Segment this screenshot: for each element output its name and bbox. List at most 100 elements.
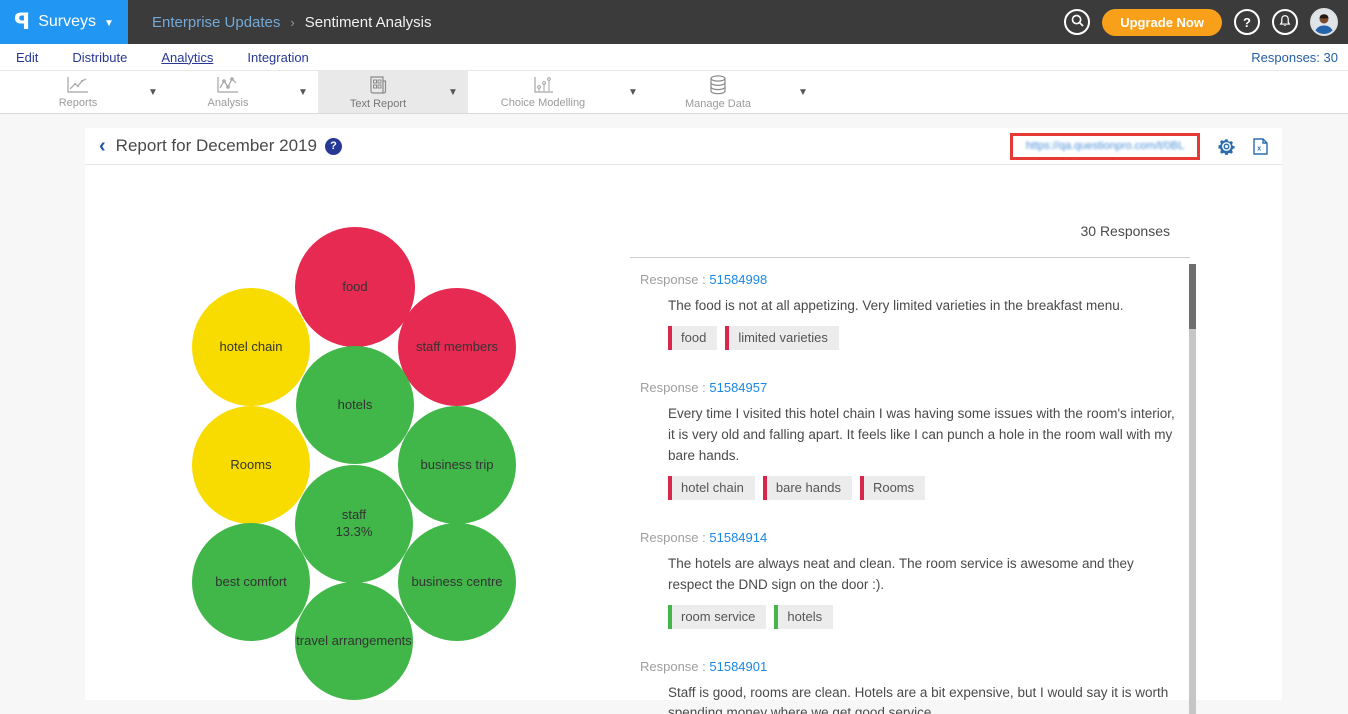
bubble-hotels[interactable]: hotels — [296, 346, 414, 464]
breadcrumb-separator-icon: › — [290, 15, 294, 30]
report-header: ‹ Report for December 2019 ? x — [85, 128, 1282, 165]
brand-menu[interactable]: P Surveys ▼ — [0, 0, 128, 44]
bubble-business-trip[interactable]: business trip — [398, 406, 516, 524]
bubble-label: food — [342, 279, 367, 296]
toolbar-label: Choice Modelling — [501, 97, 585, 109]
bubble-travel-arrangements[interactable]: travel arrangements — [295, 582, 413, 700]
tag-row: hotel chain bare hands Rooms — [668, 476, 1190, 500]
menu-item-edit[interactable]: Edit — [16, 50, 38, 65]
header-actions: Upgrade Now ? — [1064, 0, 1338, 44]
product-name: Surveys — [38, 13, 96, 31]
report-content: food hotel chain staff members hotels Ro… — [85, 165, 1282, 714]
sentiment-tag[interactable]: Rooms — [860, 476, 925, 500]
export-excel-icon[interactable]: x — [1253, 138, 1268, 155]
sentiment-tag[interactable]: room service — [668, 605, 766, 629]
bubble-label: Rooms — [230, 457, 271, 474]
menu-item-integration[interactable]: Integration — [247, 50, 308, 65]
questionpro-logo-icon: P — [14, 10, 30, 35]
share-url-box-highlighted[interactable] — [1010, 133, 1200, 160]
sentiment-tag[interactable]: hotel chain — [668, 476, 755, 500]
page-background: ‹ Report for December 2019 ? x food — [0, 114, 1348, 700]
toolbar-item-text-report[interactable]: Text Report ▼ — [318, 71, 468, 113]
chevron-down-icon[interactable]: ▼ — [438, 87, 468, 98]
avatar-photo-icon — [1312, 10, 1336, 34]
toolbar-label: Manage Data — [685, 98, 751, 110]
svg-text:x: x — [1257, 145, 1261, 152]
line-chart-icon — [66, 75, 90, 95]
menu-item-distribute[interactable]: Distribute — [72, 50, 127, 65]
response-text: Staff is good, rooms are clean. Hotels a… — [668, 683, 1180, 714]
chevron-down-icon[interactable]: ▼ — [138, 87, 168, 98]
bubble-business-centre[interactable]: business centre — [398, 523, 516, 641]
chevron-down-icon[interactable]: ▼ — [788, 87, 818, 98]
response-label: Response : — [640, 380, 706, 395]
responses-count[interactable]: Responses: 30 — [1251, 50, 1338, 65]
response-label: Response : — [640, 272, 706, 287]
chevron-down-icon[interactable]: ▼ — [618, 87, 648, 98]
toolbar-label: Analysis — [208, 97, 249, 109]
bubble-percent: 13.3% — [336, 524, 373, 541]
notifications-button[interactable] — [1272, 9, 1298, 35]
breadcrumb: Enterprise Updates › Sentiment Analysis — [152, 14, 431, 31]
survey-menu: Edit Distribute Analytics Integration Re… — [0, 44, 1348, 70]
response-id-link[interactable]: 51584914 — [709, 530, 767, 545]
analytics-toolbar: Reports ▼ Analysis ▼ Text Report ▼ Choic… — [0, 70, 1348, 114]
responses-list: Response : 51584998 The food is not at a… — [630, 258, 1190, 714]
response-label: Response : — [640, 530, 706, 545]
tag-row: food limited varieties — [668, 326, 1190, 350]
report-title: Report for December 2019 — [116, 136, 317, 156]
search-icon — [1071, 14, 1084, 30]
bubble-staff-members[interactable]: staff members — [398, 288, 516, 406]
responses-panel: 30 Responses Response : 51584998 The foo… — [630, 165, 1282, 714]
toolbar-label: Reports — [59, 97, 98, 109]
sentiment-tag[interactable]: limited varieties — [725, 326, 839, 350]
response-text: The food is not at all appetizing. Very … — [668, 296, 1180, 317]
help-button[interactable]: ? — [1234, 9, 1260, 35]
scatter-chart-icon — [216, 75, 240, 95]
response-label: Response : — [640, 659, 706, 674]
response-id-link[interactable]: 51584901 — [709, 659, 767, 674]
sentiment-bubble-chart: food hotel chain staff members hotels Ro… — [85, 165, 630, 714]
chevron-down-icon: ▼ — [104, 18, 114, 29]
sentiment-tag[interactable]: hotels — [774, 605, 833, 629]
back-icon[interactable]: ‹ — [99, 135, 106, 158]
scrollbar-thumb[interactable] — [1189, 264, 1196, 329]
choice-modelling-icon — [531, 75, 555, 95]
chevron-down-icon[interactable]: ▼ — [288, 87, 318, 98]
scrollbar-track[interactable] — [1189, 264, 1196, 714]
user-avatar[interactable] — [1310, 8, 1338, 36]
breadcrumb-parent[interactable]: Enterprise Updates — [152, 14, 280, 31]
response-text: Every time I visited this hotel chain I … — [668, 404, 1180, 467]
report-card: ‹ Report for December 2019 ? x food — [85, 128, 1282, 700]
bubble-label: business trip — [421, 457, 494, 474]
sentiment-tag[interactable]: bare hands — [763, 476, 852, 500]
toolbar-item-analysis[interactable]: Analysis ▼ — [168, 71, 318, 113]
responses-panel-header: 30 Responses — [630, 223, 1190, 257]
bubble-food[interactable]: food — [295, 227, 415, 347]
toolbar-label: Text Report — [350, 98, 406, 110]
toolbar-item-choice-modelling[interactable]: Choice Modelling ▼ — [468, 71, 648, 113]
bubble-label: business centre — [411, 574, 502, 591]
bubble-label: hotels — [338, 397, 373, 414]
response-id-link[interactable]: 51584957 — [709, 380, 767, 395]
bubble-hotel-chain[interactable]: hotel chain — [192, 288, 310, 406]
toolbar-item-manage-data[interactable]: Manage Data ▼ — [648, 71, 818, 113]
share-url-input[interactable] — [1020, 140, 1190, 152]
bubble-label: travel arrangements — [296, 633, 412, 650]
question-mark-icon: ? — [1243, 15, 1251, 30]
toolbar-item-reports[interactable]: Reports ▼ — [18, 71, 168, 113]
bubble-rooms[interactable]: Rooms — [192, 406, 310, 524]
bubble-staff[interactable]: staff 13.3% — [295, 465, 413, 583]
response-text: The hotels are always neat and clean. Th… — [668, 554, 1180, 596]
search-button[interactable] — [1064, 9, 1090, 35]
bubble-label: staff — [342, 507, 366, 524]
response-item: Response : 51584901 Staff is good, rooms… — [630, 659, 1190, 714]
help-badge-icon[interactable]: ? — [325, 138, 342, 155]
upgrade-now-button[interactable]: Upgrade Now — [1102, 9, 1222, 36]
settings-gear-icon[interactable] — [1218, 138, 1235, 155]
app-header: P Surveys ▼ Enterprise Updates › Sentime… — [0, 0, 1348, 44]
menu-item-analytics[interactable]: Analytics — [161, 50, 213, 65]
sentiment-tag[interactable]: food — [668, 326, 717, 350]
response-id-link[interactable]: 51584998 — [709, 272, 767, 287]
bubble-best-comfort[interactable]: best comfort — [192, 523, 310, 641]
